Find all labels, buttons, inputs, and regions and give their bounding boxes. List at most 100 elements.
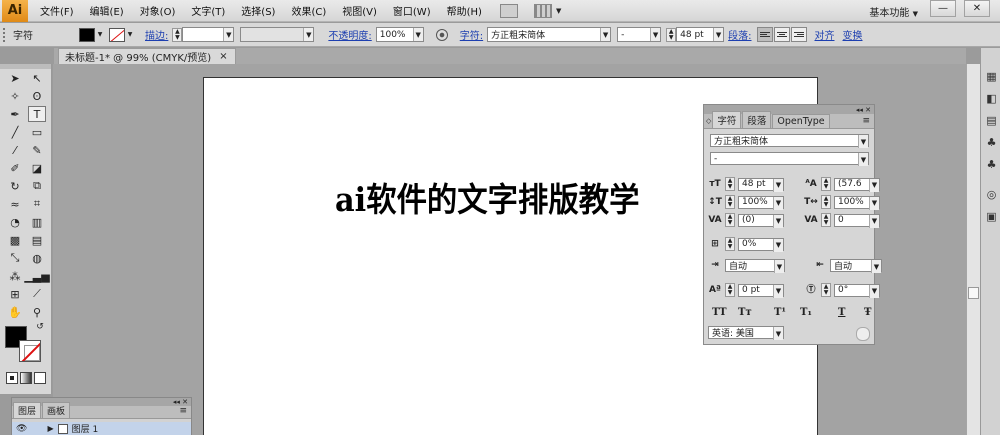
selection-tool-icon[interactable]: ➤ [6,70,24,86]
expand-triangle-icon[interactable]: ▶ [47,424,53,433]
blob-brush-tool-icon[interactable]: ✐ [6,160,24,176]
perspective-grid-tool-icon[interactable]: ▥ [28,214,46,230]
tracking-stepper[interactable]: ▲ ▼ [821,213,831,227]
direct-selection-tool-icon[interactable]: ↖ [28,70,46,86]
zoom-tool-icon[interactable]: ⚲ [28,304,46,320]
collapse-close-icon[interactable]: ◂◂ ✕ [173,398,188,406]
font-family-dropdown[interactable]: 方正粗宋简体 ▼ [487,27,612,42]
vertical-scale-input[interactable]: 100% ▼ [738,195,784,210]
tab-layers[interactable]: 图层 [13,402,42,418]
workspace-switcher[interactable]: 基本功能 ▼ [869,4,918,19]
eye-icon[interactable]: 👁 [16,424,27,434]
line-tool-icon[interactable]: ╱ [6,124,24,140]
rectangle-tool-icon[interactable]: ▭ [28,124,46,140]
tab-paragraph[interactable]: 段落 [742,111,772,128]
rotation-input[interactable]: 0° ▼ [834,283,880,298]
pen-tool-icon[interactable]: ✒ [6,106,24,122]
horizontal-scale-input[interactable]: 100% ▼ [834,195,880,210]
artboard-tool-icon[interactable]: ⊞ [6,286,24,302]
fill-swatch[interactable] [79,27,95,42]
tab-character[interactable]: 字符 [712,111,742,128]
paragraph-link[interactable]: 段落: [728,27,751,42]
rotation-stepper[interactable]: ▲ ▼ [821,283,831,297]
graphic-styles-icon[interactable]: ▣ [985,210,998,223]
stroke-link[interactable]: 描边: [145,27,168,42]
pencil-tool-icon[interactable]: ✎ [28,142,46,158]
chevron-down-icon[interactable]: ▼ [95,28,105,42]
kerning-stepper[interactable]: ▲ ▼ [725,213,735,227]
panel-menu-icon[interactable]: ≡ [862,116,870,126]
tsume-input[interactable]: 0% ▼ [738,237,784,252]
minimize-button[interactable]: — [930,0,956,17]
color-guide-icon[interactable]: ◧ [985,92,998,105]
free-transform-tool-icon[interactable]: ⌗ [28,196,46,212]
subscript-button[interactable]: T₁ [800,307,826,318]
opacity-link[interactable]: 不透明度: [328,27,371,42]
leading-input[interactable]: (57.6 ▼ [834,177,880,192]
stroke-swatch[interactable] [109,27,125,42]
baseline-shift-stepper[interactable]: ▲ ▼ [725,283,735,297]
vertical-scrollbar[interactable] [966,64,980,435]
menu-effect[interactable]: 效果(C) [283,3,334,18]
tsume-stepper[interactable]: ▲ ▼ [725,237,735,251]
all-caps-button[interactable]: TT [712,307,738,318]
document-tab[interactable]: 未标题-1* @ 99% (CMYK/预览) × [58,48,236,64]
eraser-tool-icon[interactable]: ◪ [28,160,46,176]
appearance-icon[interactable]: ◎ [985,188,998,201]
symbol-sprayer-tool-icon[interactable]: ⁂ [6,268,24,284]
vertical-scale-stepper[interactable]: ▲ ▼ [725,195,735,209]
menu-view[interactable]: 视图(V) [334,3,385,18]
stroke-weight-dropdown[interactable]: ▼ [182,27,235,42]
stroke-color-box[interactable] [19,340,41,362]
rotate-tool-icon[interactable]: ↻ [6,178,24,194]
type-tool-icon[interactable]: T [28,106,46,122]
tab-artboards[interactable]: 画板 [42,402,71,418]
brushes-icon[interactable]: ♣ [985,136,998,149]
stroke-stepper[interactable]: ▲ ▼ [172,27,183,42]
menu-file[interactable]: 文件(F) [32,3,82,18]
scale-tool-icon[interactable]: ⧉ [28,178,46,194]
menu-type[interactable]: 文字(T) [183,3,233,18]
align-center-button[interactable] [773,27,790,42]
kerning-input[interactable]: (0) ▼ [738,213,784,228]
transform-link[interactable]: 变换 [843,27,863,42]
arrange-documents-icon[interactable] [533,3,552,18]
horizontal-scale-stepper[interactable]: ▲ ▼ [821,195,831,209]
font-size-input[interactable]: 48 pt ▼ [676,27,725,42]
lasso-tool-icon[interactable]: ʘ [28,88,46,104]
menu-edit[interactable]: 编辑(E) [82,3,132,18]
tab-opentype[interactable]: OpenType [772,114,830,128]
tracking-input[interactable]: 0 ▼ [834,213,880,228]
color-icon[interactable] [6,372,18,384]
close-tab-icon[interactable]: × [219,51,227,62]
shape-builder-tool-icon[interactable]: ◔ [6,214,24,230]
none-icon[interactable] [34,372,46,384]
slice-tool-icon[interactable]: ⟋ [28,286,46,302]
hand-tool-icon[interactable]: ✋ [6,304,24,320]
blend-tool-icon[interactable]: ◍ [28,250,46,266]
variable-width-dropdown[interactable]: ▼ [240,27,315,42]
gradient-tool-icon[interactable]: ▤ [28,232,46,248]
font-size-stepper[interactable]: ▲ ▼ [725,177,735,191]
character-link[interactable]: 字符: [460,27,483,42]
mesh-tool-icon[interactable]: ▩ [6,232,24,248]
artwork-text[interactable]: ai软件的文字排版教学 [335,173,639,221]
opacity-input[interactable]: 100% ▼ [375,27,424,42]
layer-row[interactable]: 👁 ▶ 图层 1 [12,422,191,435]
collapse-close-icon[interactable]: ◂◂ ✕ [856,106,871,114]
panel-font-style-dropdown[interactable]: - ▼ [710,152,869,166]
strikethrough-button[interactable]: Ŧ [864,307,890,318]
menu-window[interactable]: 窗口(W) [385,3,439,18]
chevron-down-icon[interactable]: ▼ [125,28,135,42]
align-right-button[interactable] [790,27,807,42]
symbols-icon[interactable]: ♣ [985,158,998,171]
underline-button[interactable]: T [838,307,864,318]
column-graph-tool-icon[interactable]: ▁▃▅ [24,268,49,284]
panel-font-size-input[interactable]: 48 pt ▼ [738,177,784,192]
paintbrush-tool-icon[interactable]: ⁄ [6,142,24,158]
panel-font-family-dropdown[interactable]: 方正粗宋简体 ▼ [710,134,869,148]
panel-resize-handle[interactable] [856,327,870,341]
aki-right-dropdown[interactable]: 自动 ▼ [830,259,882,273]
menu-select[interactable]: 选择(S) [233,3,283,18]
eyedropper-tool-icon[interactable]: ⤡ [6,250,24,266]
